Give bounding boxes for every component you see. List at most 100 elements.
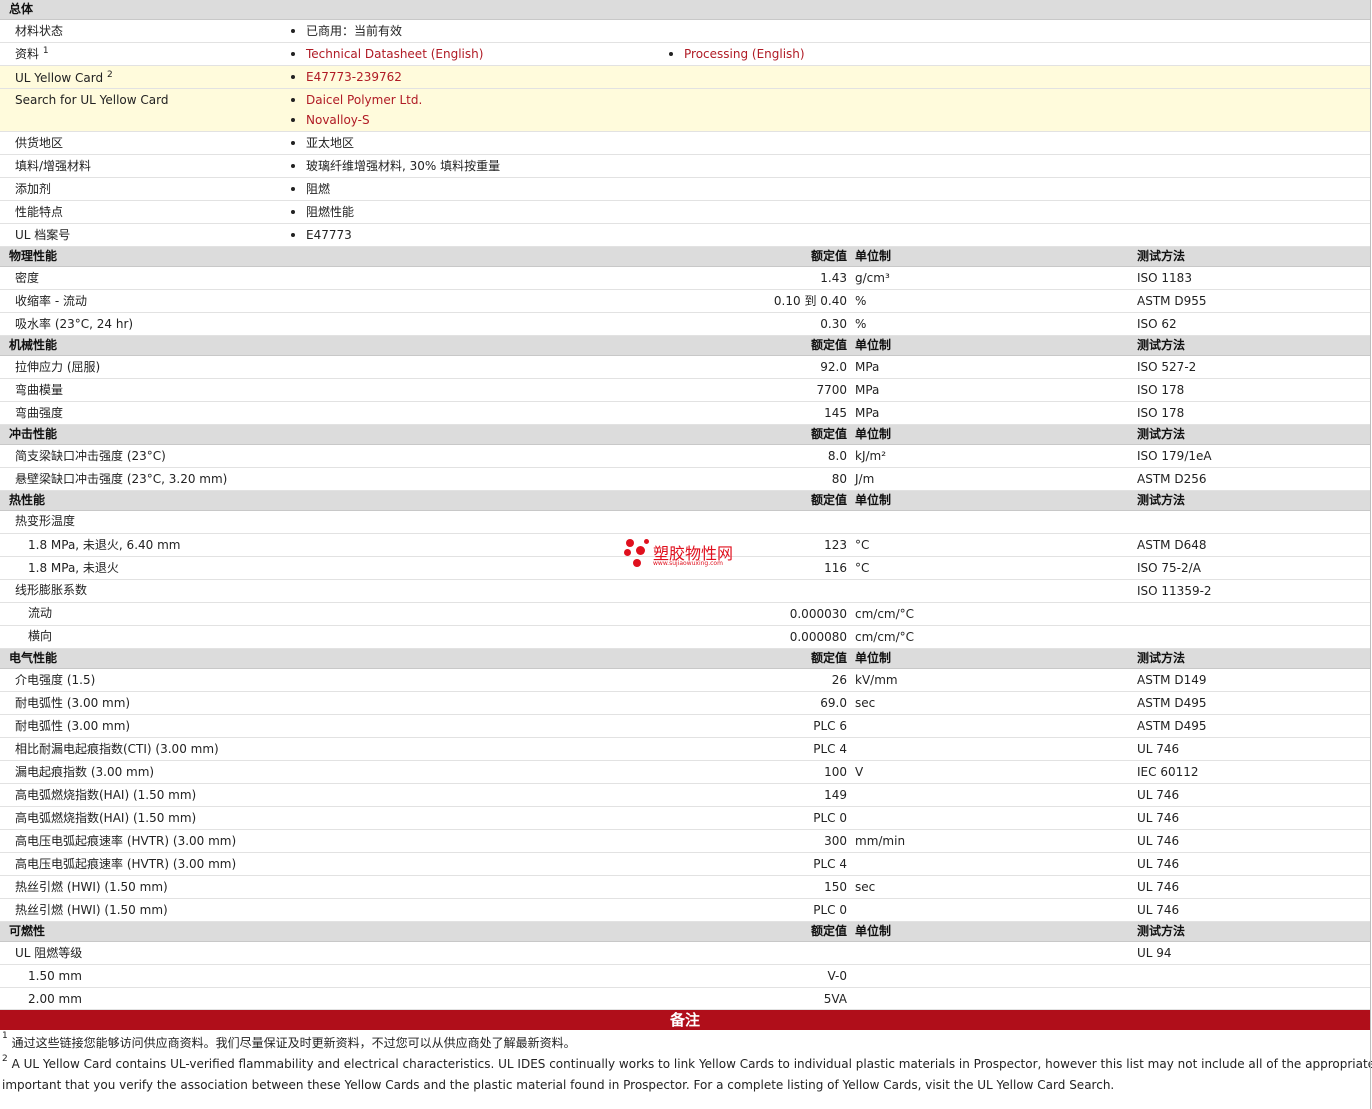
general-row-region: 供货地区 亚太地区 (0, 132, 1370, 155)
property-unit: cm/cm/°C (855, 630, 915, 644)
property-test-method: UL 746 (1137, 742, 1180, 756)
property-row: 高电压电弧起痕速率 (HVTR) (3.00 mm) PLC 4 UL 746 (0, 853, 1370, 876)
property-label: 简支梁缺口冲击强度 (23°C) (15, 449, 166, 463)
property-test-method: ISO 178 (1137, 406, 1185, 420)
property-test-method: ASTM D648 (1137, 538, 1207, 552)
property-row: 2.00 mm 5VA (0, 988, 1370, 1010)
row-label: UL 档案号 (15, 228, 71, 242)
footnote-text: important that you verify the associatio… (2, 1078, 1115, 1092)
row-label: 供货地区 (15, 136, 64, 150)
column-header-test: 测试方法 (1137, 924, 1186, 938)
row-label: 资料 1 (15, 46, 49, 61)
property-label: 弯曲模量 (15, 383, 64, 397)
logo-dot (626, 539, 634, 547)
property-label: 热丝引燃 (HWI) (1.50 mm) (15, 880, 168, 894)
property-value: 5VA (823, 992, 847, 1006)
property-test-method: ASTM D955 (1137, 294, 1207, 308)
property-label: 弯曲强度 (15, 406, 64, 420)
footnote-ref: 1 (42, 46, 49, 56)
property-test-method: ASTM D256 (1137, 472, 1207, 486)
property-label: 相比耐漏电起痕指数(CTI) (3.00 mm) (15, 742, 219, 756)
row-label: 填料/增强材料 (15, 159, 92, 173)
logo-dot (633, 559, 641, 567)
property-test-method: UL 746 (1137, 903, 1180, 917)
property-value: 69.0 (820, 696, 847, 710)
property-row: 线形膨胀系数 ISO 11359-2 (0, 580, 1370, 603)
property-value: 7700 (816, 383, 847, 397)
property-label: 介电强度 (1.5) (15, 673, 96, 687)
notes-header: 备注 (0, 1010, 1370, 1030)
row-label: 材料状态 (15, 24, 64, 38)
column-header-value: 额定值 (810, 338, 847, 352)
property-test-method: ISO 1183 (1137, 271, 1192, 285)
row-value: 阻燃性能 (291, 205, 354, 219)
property-label: 高电压电弧起痕速率 (HVTR) (3.00 mm) (15, 857, 237, 871)
column-header-test: 测试方法 (1137, 427, 1186, 441)
logo-dot (636, 546, 645, 555)
footnote-marker: 1 (2, 1031, 8, 1041)
technical-datasheet-link[interactable]: Technical Datasheet (English) (291, 47, 483, 61)
property-value: 0.000080 (789, 630, 847, 644)
general-row-ul-search: Search for UL Yellow Card Daicel Polymer… (0, 89, 1370, 132)
property-unit: MPa (855, 383, 880, 397)
section-header-thermal: 热性能 额定值 单位制 测试方法 (0, 491, 1370, 511)
section-title: 可燃性 (9, 924, 46, 938)
section-title: 总体 (9, 2, 34, 16)
property-row: 漏电起痕指数 (3.00 mm) 100 V IEC 60112 (0, 761, 1370, 784)
property-value: PLC 4 (813, 742, 847, 756)
property-test-method: UL 94 (1137, 946, 1172, 960)
property-value: 80 (831, 472, 847, 486)
row-label: 添加剂 (15, 182, 52, 196)
property-row: 横向 0.000080 cm/cm/°C (0, 626, 1370, 649)
property-unit: mm/min (855, 834, 906, 848)
property-label: 2.00 mm (28, 992, 82, 1006)
processing-link[interactable]: Processing (English) (669, 47, 805, 61)
section-title: 机械性能 (9, 338, 58, 352)
footnote-2-continued: important that you verify the associatio… (2, 1078, 1114, 1092)
property-label: 流动 (28, 606, 53, 620)
property-row: 高电弧燃烧指数(HAI) (1.50 mm) 149 UL 746 (0, 784, 1370, 807)
logo-dot (644, 539, 649, 544)
property-test-method: ISO 62 (1137, 317, 1177, 331)
property-value: 116 (824, 561, 847, 575)
row-value: 阻燃 (291, 182, 330, 196)
row-label: Search for UL Yellow Card (15, 93, 169, 107)
property-row: 高电压电弧起痕速率 (HVTR) (3.00 mm) 300 mm/min UL… (0, 830, 1370, 853)
supplier-link[interactable]: Daicel Polymer Ltd. (291, 93, 422, 107)
footnote-text: A UL Yellow Card contains UL-verified fl… (11, 1057, 1372, 1071)
property-row: 耐电弧性 (3.00 mm) 69.0 sec ASTM D495 (0, 692, 1370, 715)
property-unit: J/m (855, 472, 875, 486)
property-test-method: UL 746 (1137, 834, 1180, 848)
property-value: 123 (824, 538, 847, 552)
general-row-ul-yellow-card: UL Yellow Card 2 E47773-239762 (0, 66, 1370, 89)
property-unit: °C (855, 561, 870, 575)
section-title: 电气性能 (9, 651, 58, 665)
page-right-border (1370, 0, 1371, 1109)
section-title: 热性能 (9, 493, 46, 507)
property-unit: MPa (855, 360, 880, 374)
section-header-mechanical: 机械性能 额定值 单位制 测试方法 (0, 336, 1370, 356)
column-header-value: 额定值 (810, 427, 847, 441)
row-value: E47773 (291, 228, 352, 242)
property-value: 8.0 (827, 449, 847, 463)
general-row-filler: 填料/增强材料 玻璃纤维增强材料, 30% 填料按重量 (0, 155, 1370, 178)
watermark-logo: 塑胶物性网 www.sujiaowuxing.com (622, 537, 762, 573)
watermark-url: www.sujiaowuxing.com (653, 560, 723, 567)
column-header-test: 测试方法 (1137, 338, 1186, 352)
property-unit: V (855, 765, 864, 779)
property-value: PLC 0 (813, 811, 847, 825)
property-label: 1.8 MPa, 未退火, 6.40 mm (28, 538, 181, 552)
general-row-status: 材料状态 已商用：当前有效 (0, 20, 1370, 43)
property-row: 热丝引燃 (HWI) (1.50 mm) PLC 0 UL 746 (0, 899, 1370, 922)
ul-yellow-card-link[interactable]: E47773-239762 (291, 70, 402, 84)
row-label-text: UL Yellow Card (15, 71, 104, 85)
property-label: 高电弧燃烧指数(HAI) (1.50 mm) (15, 811, 197, 825)
property-row: 高电弧燃烧指数(HAI) (1.50 mm) PLC 0 UL 746 (0, 807, 1370, 830)
property-row: UL 阻燃等级 UL 94 (0, 942, 1370, 965)
property-test-method: UL 746 (1137, 788, 1180, 802)
column-header-unit: 单位制 (855, 651, 892, 665)
property-label: 吸水率 (23°C, 24 hr) (15, 317, 134, 331)
footnote-marker: 2 (2, 1054, 8, 1064)
column-header-test: 测试方法 (1137, 493, 1186, 507)
product-family-link[interactable]: Novalloy-S (291, 113, 370, 127)
